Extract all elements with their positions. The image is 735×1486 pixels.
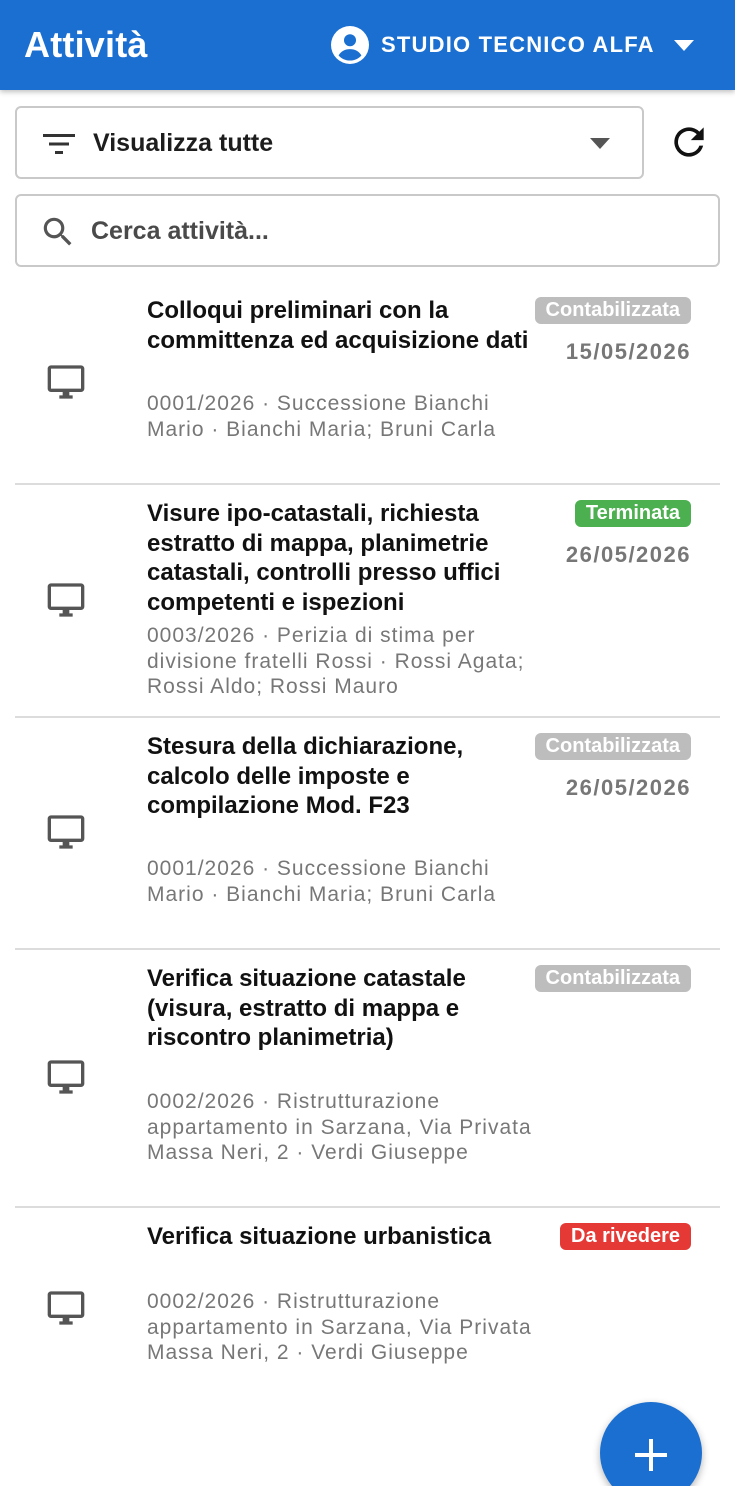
status-badge: Contabilizzata <box>534 733 691 760</box>
activity-subtitle: 0001/2026 · Successione Bianchi Mario · … <box>147 392 497 441</box>
activity-subtitle: 0002/2026 · Ristrutturazione appartament… <box>147 1090 532 1164</box>
account-name: STUDIO TECNICO ALFA <box>381 32 655 57</box>
list-item[interactable]: Visure ipo-catastali, richiesta estratto… <box>15 485 720 718</box>
activity-subtitle: 0001/2026 · Successione Bianchi Mario · … <box>147 857 497 906</box>
filter-list-icon <box>43 134 75 154</box>
plus-icon <box>635 1439 667 1471</box>
activity-title: Stesura della dichiarazione, calcolo del… <box>147 733 464 819</box>
app-bar: Attività STUDIO TECNICO ALFA <box>0 0 735 90</box>
list-item[interactable]: Colloqui preliminari con la committenza … <box>15 280 720 485</box>
list-item[interactable]: Verifica situazione catastale (visura, e… <box>15 950 720 1208</box>
search-bar[interactable] <box>15 194 720 267</box>
account-selector[interactable]: STUDIO TECNICO ALFA <box>331 26 694 64</box>
search-input[interactable] <box>91 211 691 251</box>
status-badge: Da rivedere <box>560 1223 691 1250</box>
desktop-icon <box>47 365 85 399</box>
filter-dropdown[interactable]: Visualizza tutte <box>15 106 644 179</box>
activity-title: Colloqui preliminari con la committenza … <box>147 297 529 354</box>
dropdown-arrow-icon <box>590 138 610 149</box>
account-circle-icon <box>331 26 369 64</box>
activity-subtitle: 0002/2026 · Ristrutturazione appartament… <box>147 1290 532 1364</box>
add-activity-button[interactable] <box>600 1402 702 1486</box>
activity-title: Verifica situazione urbanistica <box>147 1223 492 1250</box>
activity-title: Verifica situazione catastale (visura, e… <box>147 965 466 1051</box>
list-item[interactable]: Stesura della dichiarazione, calcolo del… <box>15 718 720 950</box>
desktop-icon <box>47 1291 85 1325</box>
activity-title: Visure ipo-catastali, richiesta estratto… <box>147 500 501 616</box>
desktop-icon <box>47 1060 85 1094</box>
status-badge: Contabilizzata <box>534 965 691 992</box>
activity-date: 26/05/2026 <box>565 775 691 800</box>
desktop-icon <box>47 815 85 849</box>
desktop-icon <box>47 583 85 617</box>
search-icon <box>43 217 72 246</box>
list-item[interactable]: Verifica situazione urbanistica 0002/202… <box>15 1208 720 1408</box>
activity-subtitle: 0003/2026 · Perizia di stima per divisio… <box>147 624 525 698</box>
chevron-down-icon <box>674 40 694 51</box>
status-badge: Contabilizzata <box>534 297 691 324</box>
activity-date: 15/05/2026 <box>565 339 691 364</box>
status-badge: Terminata <box>574 500 691 527</box>
activity-date: 26/05/2026 <box>565 542 691 567</box>
filter-selected-value: Visualizza tutte <box>93 129 274 157</box>
refresh-icon[interactable] <box>667 120 711 164</box>
page-title: Attività <box>24 24 148 65</box>
